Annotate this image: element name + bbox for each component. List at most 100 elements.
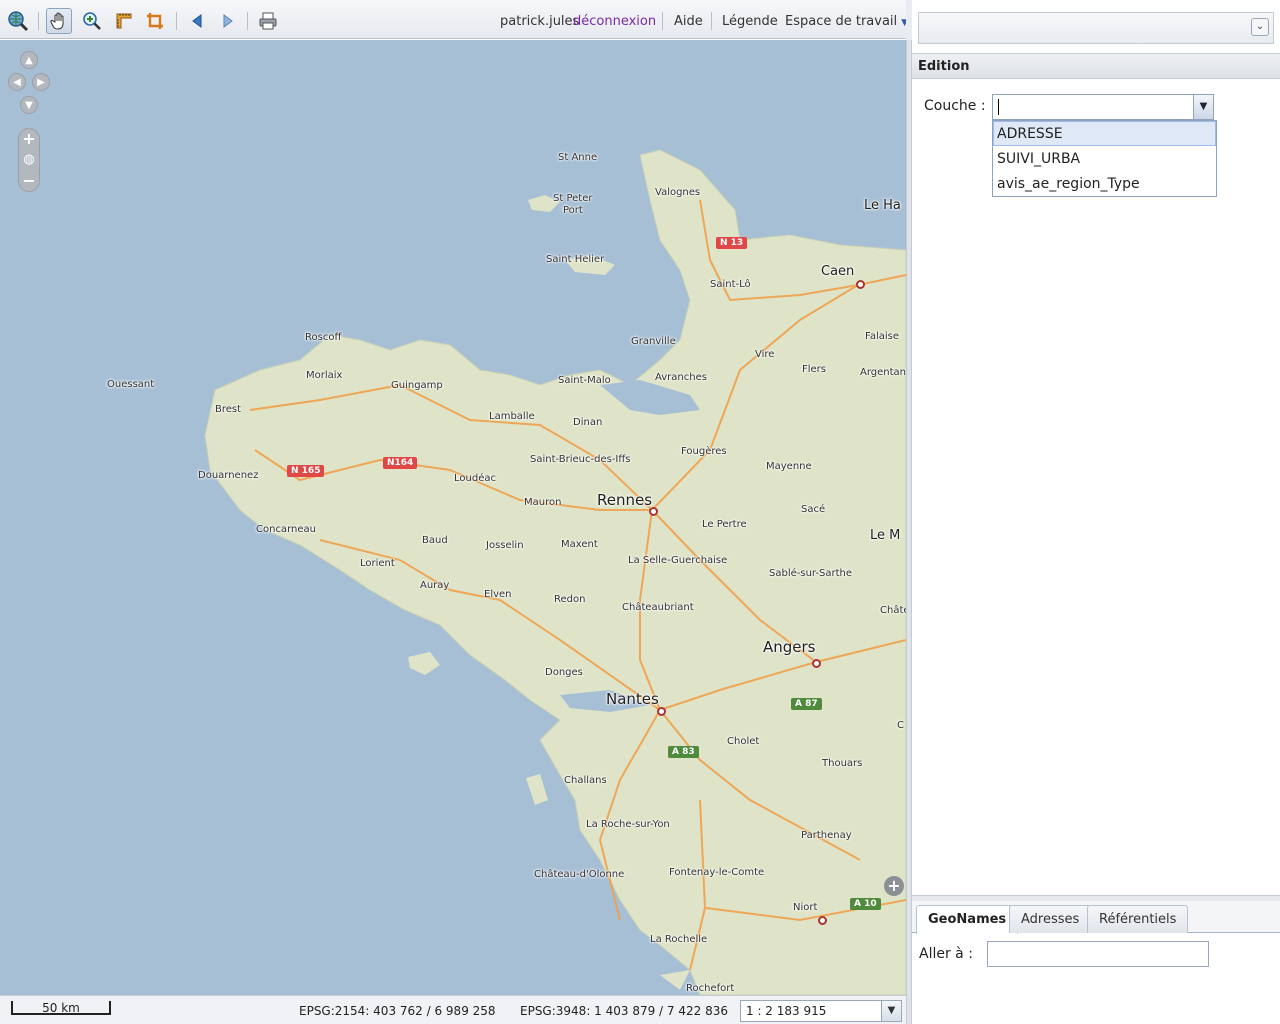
city-marker xyxy=(812,659,821,668)
place-label: Cholet xyxy=(727,736,760,747)
map-viewport[interactable]: ▲ ◀ ▶ ▼ + ◍ − St Anne St Peter Port Sain… xyxy=(0,40,906,995)
arrow-left-icon xyxy=(192,14,202,28)
place-label: Rennes xyxy=(597,491,653,509)
globe-icon[interactable]: ◍ xyxy=(20,151,38,169)
globe-magnifier-icon xyxy=(8,11,29,32)
expand-overview-icon[interactable]: + xyxy=(884,876,904,896)
next-extent-button[interactable] xyxy=(215,8,241,34)
dropdown-option[interactable]: SUIVI_URBA xyxy=(993,146,1216,171)
road-shield: N 13 xyxy=(716,237,748,249)
help-link[interactable]: Aide xyxy=(674,14,703,29)
coord-epsg3948: EPSG:3948: 1 403 879 / 7 422 836 xyxy=(520,1004,728,1018)
username-label: patrick.jules xyxy=(500,14,580,29)
scale-select[interactable]: 1 : 2 183 915 ▼ xyxy=(740,1000,902,1022)
scale-bar: 50 km xyxy=(11,1001,111,1015)
measure-distance-button[interactable] xyxy=(111,8,137,34)
place-label: Valognes xyxy=(655,187,701,198)
place-label: Morlaix xyxy=(306,370,343,381)
dropdown-option[interactable]: ADRESSE xyxy=(993,121,1216,146)
tab-adresses[interactable]: Adresses xyxy=(1009,905,1092,933)
goto-input[interactable] xyxy=(987,941,1209,967)
workspace-label: Espace de travail xyxy=(785,14,898,29)
zoom-control: + ◍ − xyxy=(18,128,40,192)
zoom-in-icon[interactable]: + xyxy=(20,130,38,148)
place-label: Avranches xyxy=(655,372,707,383)
zoom-in-icon xyxy=(83,12,101,30)
toolbar-separator xyxy=(38,12,39,30)
city-marker xyxy=(657,707,666,716)
place-label: Caen xyxy=(821,264,855,279)
tab-referentiels[interactable]: Référentiels xyxy=(1087,905,1189,933)
place-label: Saint-Brieuc-des-Iffs xyxy=(530,454,631,465)
place-label: Ouessant xyxy=(107,379,155,390)
scale-bar-label: 50 km xyxy=(42,1001,80,1015)
pan-up-icon[interactable]: ▲ xyxy=(20,51,38,69)
place-label: Port xyxy=(563,205,583,216)
place-label: Saint-Malo xyxy=(558,375,611,386)
place-label: Falaise xyxy=(865,331,900,342)
previous-extent-button[interactable] xyxy=(184,8,210,34)
place-label: Châteaubriant xyxy=(622,602,694,613)
place-label: Lorient xyxy=(360,558,395,569)
pan-down-icon[interactable]: ▼ xyxy=(20,96,38,114)
place-label: Sacé xyxy=(801,504,826,515)
pan-left-icon[interactable]: ◀ xyxy=(8,73,26,91)
place-label: Saint Helier xyxy=(546,254,605,265)
place-label: Vire xyxy=(755,349,775,360)
place-label: Roscoff xyxy=(305,332,342,343)
place-label: Guingamp xyxy=(391,380,443,391)
place-label: La Selle-Guerchaise xyxy=(628,555,728,566)
city-marker xyxy=(649,507,658,516)
coord-epsg2154: EPSG:2154: 403 762 / 6 989 258 xyxy=(299,1004,496,1018)
zoom-in-tool-button[interactable] xyxy=(79,8,105,34)
section-title: Edition xyxy=(912,53,1280,79)
place-label: Parthenay xyxy=(801,830,852,841)
place-label: Granville xyxy=(631,336,676,347)
place-label: Redon xyxy=(554,594,586,605)
place-label: Douarnenez xyxy=(198,470,259,481)
layer-combobox[interactable]: ▼ xyxy=(992,94,1214,120)
pan-button[interactable] xyxy=(46,8,72,34)
place-label: Angers xyxy=(763,638,816,656)
legend-link[interactable]: Légende xyxy=(722,14,778,29)
map-toolbar: patrick.jules déconnexion Aide Légende E… xyxy=(0,0,908,39)
layer-label: Couche : xyxy=(924,98,986,114)
workspace-menu[interactable]: Espace de travail ▼ xyxy=(785,14,908,29)
road-shield: N164 xyxy=(383,457,418,469)
place-label: Nantes xyxy=(606,690,659,708)
place-label: Concarneau xyxy=(256,524,316,535)
tab-geonames[interactable]: GeoNames xyxy=(916,905,1019,934)
place-label: Flers xyxy=(802,364,827,375)
place-label: Sablé-sur-Sarthe xyxy=(769,568,852,579)
pan-control[interactable]: ▲ ◀ ▶ ▼ xyxy=(8,51,52,117)
print-button[interactable] xyxy=(255,8,281,34)
collapse-icon[interactable]: ⌄ xyxy=(1251,18,1269,36)
place-label: Rochefort xyxy=(686,983,735,994)
goto-label: Aller à : xyxy=(919,946,973,962)
hand-icon xyxy=(50,12,64,30)
chevron-down-icon[interactable]: ▼ xyxy=(1193,95,1213,119)
dropdown-option[interactable]: avis_ae_region_Type xyxy=(993,171,1216,196)
status-bar: 50 km EPSG:2154: 403 762 / 6 989 258 EPS… xyxy=(0,995,908,1024)
logout-link[interactable]: déconnexion xyxy=(573,14,656,29)
place-label: Mayenne xyxy=(766,461,812,472)
pan-right-icon[interactable]: ▶ xyxy=(32,73,50,91)
side-panel: ⌄ Edition Couche : ▼ ADRESSE SUIVI_URBA … xyxy=(912,0,1280,1024)
place-label: Mauron xyxy=(524,497,562,508)
text-cursor xyxy=(998,99,999,115)
toolbar-separator xyxy=(176,12,177,30)
place-label: Saint-Lô xyxy=(710,279,751,290)
scale-select-value: 1 : 2 183 915 xyxy=(746,1004,827,1018)
place-label: Niort xyxy=(793,902,818,913)
place-label: Thouars xyxy=(822,758,863,769)
zoom-to-extent-button[interactable] xyxy=(5,8,31,34)
printer-icon xyxy=(259,12,277,30)
chevron-down-icon[interactable]: ▼ xyxy=(881,1001,901,1021)
place-label: Josselin xyxy=(486,540,524,551)
place-label: Loudéac xyxy=(454,473,496,484)
place-label: Dinan xyxy=(573,417,603,428)
ruler-icon xyxy=(116,13,132,29)
place-label: Fougères xyxy=(681,446,727,457)
zoom-out-icon[interactable]: − xyxy=(20,172,38,190)
measure-area-button[interactable] xyxy=(142,8,168,34)
